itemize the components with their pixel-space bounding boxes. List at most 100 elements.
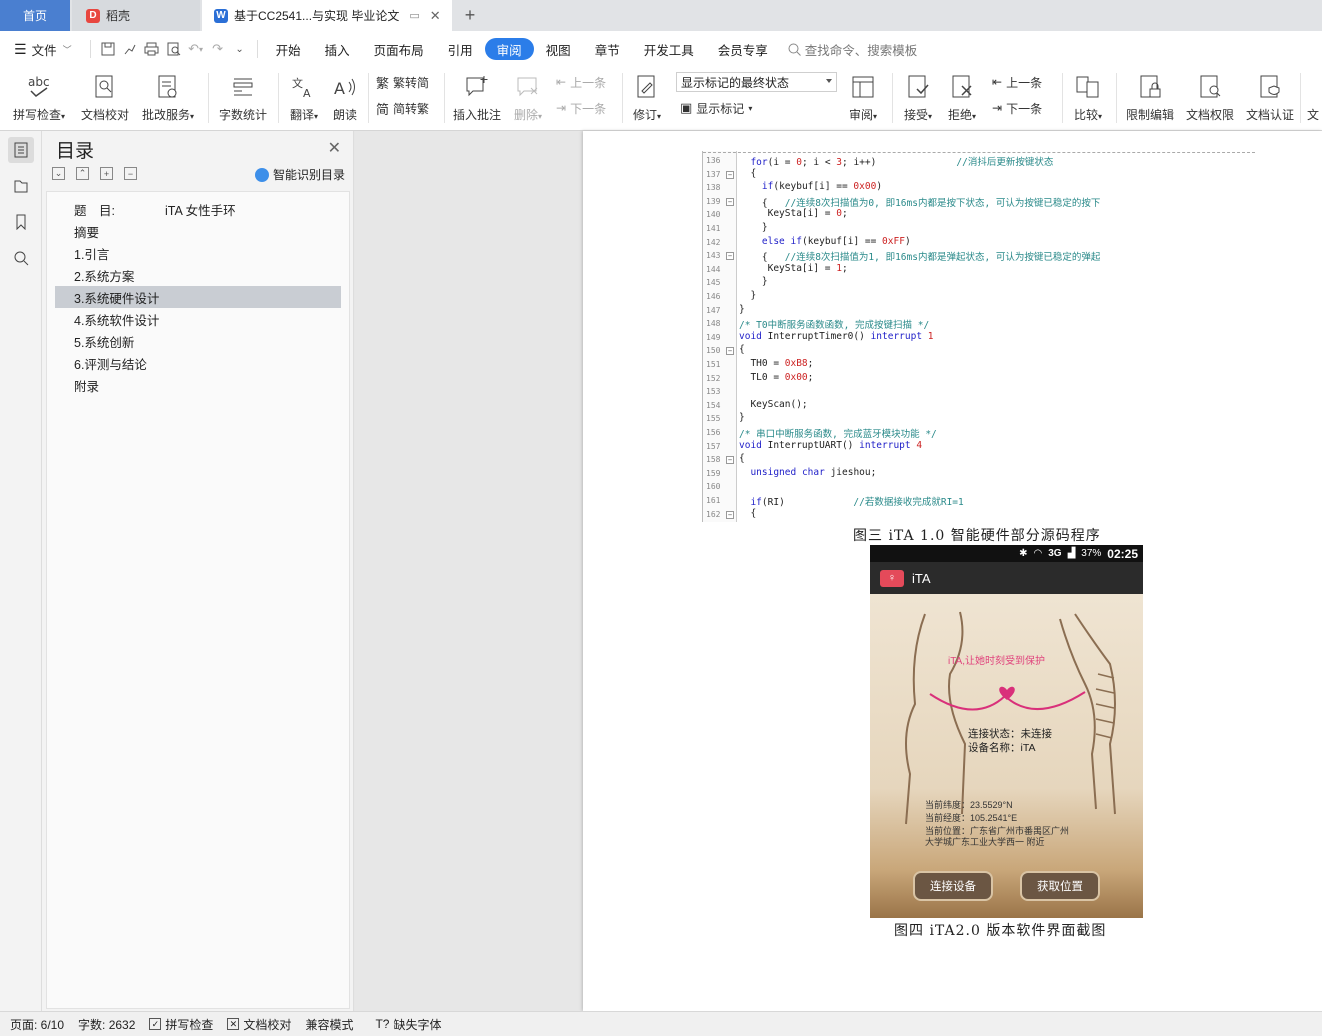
menu-review[interactable]: 审阅 — [484, 38, 534, 60]
menu-view[interactable]: 视图 — [534, 38, 583, 60]
bookmark-icon[interactable] — [8, 209, 34, 235]
missing-font-button[interactable]: T? 缺失字体 — [375, 1016, 441, 1033]
code-line: 159 unsigned char jieshou; — [703, 467, 1255, 481]
prev-change-button[interactable]: ⇤ 上一条 — [992, 72, 1042, 92]
translate-button[interactable]: 文A 翻译▾ — [284, 71, 324, 123]
add-heading-icon[interactable]: + — [100, 167, 113, 180]
review-pane-button[interactable]: 审阅▾ — [844, 71, 882, 123]
next-change-button[interactable]: ⇥ 下一条 — [992, 98, 1042, 118]
show-markup-icon: ▣ — [680, 100, 693, 115]
toc-item[interactable]: 题 目: iTA 女性手环 — [55, 198, 341, 220]
toc-item[interactable]: 5.系统创新 — [55, 330, 341, 352]
next-comment-button[interactable]: ⇥ 下一条 — [556, 98, 606, 118]
toc-item[interactable]: 附录 — [55, 374, 341, 396]
line-number: 146 — [706, 292, 721, 301]
more-ribbon-button[interactable]: 文 — [1304, 71, 1322, 123]
page-indicator[interactable]: 页面: 6/10 — [10, 1016, 64, 1033]
menu-references[interactable]: 引用 — [436, 38, 485, 60]
couple-illustration — [905, 611, 1116, 825]
menu-start[interactable]: 开始 — [264, 38, 313, 60]
pin-icon[interactable]: ▭ — [409, 9, 419, 22]
command-search-placeholder: 查找命令、搜索模板 — [804, 43, 918, 58]
to-simplified-button[interactable]: 繁 繁转简 — [376, 72, 429, 92]
menu-insert[interactable]: 插入 — [313, 38, 362, 60]
undo-icon[interactable]: ↶ ▾ — [185, 38, 207, 60]
status-bar: 页面: 6/10 字数: 2632 ✓ 拼写检查 ✕ 文档校对 兼容模式 T? … — [0, 1011, 1322, 1036]
toc-item[interactable]: 摘要 — [55, 220, 341, 242]
proofread-icon — [92, 74, 118, 100]
markup-state-select[interactable]: 显示标记的最终状态 — [676, 72, 837, 92]
signal-icon: ▟ — [1067, 548, 1076, 559]
print-icon[interactable] — [141, 38, 163, 60]
code-text: /* 串口中断服务函数, 完成蓝牙模块功能 */ — [739, 429, 937, 440]
markup-state-value: 显示标记的最终状态 — [681, 75, 790, 90]
collapse-all-icon[interactable]: ⌄ — [52, 167, 65, 180]
review-pane-icon — [850, 74, 876, 100]
delete-comment-button[interactable]: 删除▾ — [508, 71, 548, 123]
expand-up-icon[interactable]: ⌃ — [76, 167, 89, 180]
compare-label: 比较 — [1073, 108, 1098, 122]
show-markup-button[interactable]: ▣ 显示标记 ▾ — [680, 98, 752, 118]
toc-item[interactable]: 2.系统方案 — [55, 264, 341, 286]
spell-check-toggle[interactable]: ✓ 拼写检查 — [149, 1016, 213, 1033]
accept-button[interactable]: 接受▾ — [898, 71, 938, 123]
smart-toc-button[interactable]: 智能识别目录 — [254, 166, 345, 183]
word-count-icon — [230, 74, 256, 100]
app-title: iTA — [912, 570, 931, 586]
save-icon[interactable] — [97, 38, 119, 60]
menu-section[interactable]: 章节 — [583, 38, 632, 60]
toc-item[interactable]: 1.引言 — [55, 242, 341, 264]
remove-heading-icon[interactable]: − — [124, 167, 137, 180]
proofread-toggle[interactable]: ✕ 文档校对 — [227, 1016, 291, 1033]
toc-view-icon[interactable] — [8, 137, 34, 163]
menu-developer[interactable]: 开发工具 — [632, 38, 706, 60]
to-traditional-button[interactable]: 简 简转繁 — [376, 98, 429, 118]
restrict-editing-button[interactable]: 限制编辑 — [1122, 71, 1178, 123]
share-icon[interactable] — [119, 38, 141, 60]
code-text: if(keybuf[i] == 0x00) — [761, 181, 883, 193]
toc-item[interactable]: 4.系统软件设计 — [55, 308, 341, 330]
chapter-nav-icon[interactable] — [8, 173, 34, 199]
command-search[interactable]: 查找命令、搜索模板 — [788, 40, 918, 59]
tab-home[interactable]: 首页 — [0, 0, 70, 31]
svg-text:A: A — [334, 79, 345, 98]
menu-page-layout[interactable]: 页面布局 — [362, 38, 436, 60]
close-tab-icon[interactable]: ✕ — [430, 8, 441, 24]
print-preview-icon[interactable] — [163, 38, 185, 60]
toc-item[interactable]: 3.系统硬件设计 — [55, 286, 341, 308]
read-aloud-button[interactable]: A 朗读 — [328, 71, 362, 123]
word-count-button[interactable]: 字数统计 — [216, 71, 270, 123]
correction-service-button[interactable]: 批改服务▾ — [138, 71, 198, 123]
convert-icon: 繁 — [376, 75, 390, 91]
line-number: 143 — [706, 251, 721, 261]
toc-item[interactable]: 6.评测与结论 — [55, 352, 341, 374]
close-icon[interactable]: ✕ — [328, 138, 341, 158]
search-icon[interactable] — [8, 245, 34, 271]
next-change-label: 下一条 — [1006, 101, 1043, 116]
document-certify-button[interactable]: 文档认证 — [1242, 71, 1298, 123]
word-count-indicator[interactable]: 字数: 2632 — [78, 1016, 135, 1033]
device-name: 设备名称：iTA — [968, 742, 1036, 754]
track-changes-button[interactable]: 修订▾ — [628, 71, 666, 123]
new-tab-button[interactable]: + — [456, 0, 484, 31]
proofread-button[interactable]: 文档校对 — [78, 71, 132, 123]
file-menu[interactable]: ☰ 文件 ﹀ — [0, 38, 84, 60]
compat-mode-indicator[interactable]: 兼容模式 — [305, 1016, 353, 1033]
reject-button[interactable]: 拒绝▾ — [942, 71, 982, 123]
navigation-strip — [0, 131, 42, 1011]
line-number: 136 — [706, 156, 721, 165]
insert-comment-button[interactable]: 插入批注 — [450, 71, 504, 123]
tab-daoke[interactable]: D 稻壳 — [72, 0, 200, 31]
tab-document[interactable]: W 基于CC2541...与实现 毕业论文 ▭ ✕ — [202, 0, 452, 31]
redo-icon[interactable]: ↷ — [207, 38, 229, 60]
spell-check-button[interactable]: abc 拼写检查▾ — [10, 71, 68, 123]
menu-member[interactable]: 会员专享 — [706, 38, 780, 60]
line-number: 162 — [706, 509, 721, 519]
network-type: 3G — [1048, 548, 1062, 559]
compare-button[interactable]: 比较▾ — [1068, 71, 1108, 123]
prev-comment-button[interactable]: ⇤ 上一条 — [556, 72, 606, 92]
line-number: 139 — [706, 196, 721, 206]
customize-icon[interactable]: ⌄ — [229, 38, 251, 60]
document-page[interactable]: 136 for(i = 0; i < 3; i++) //消抖后更新按键状态 13… — [583, 131, 1322, 1011]
document-permission-button[interactable]: 文档权限 — [1182, 71, 1238, 123]
